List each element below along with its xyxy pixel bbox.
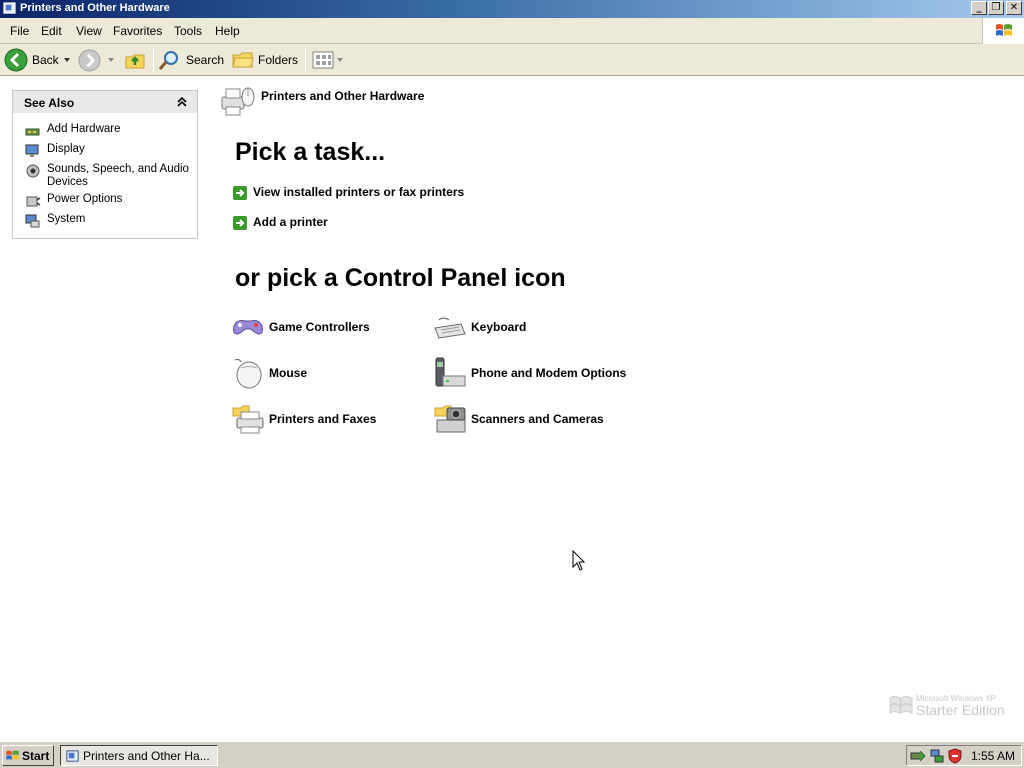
close-button[interactable]: ✕ [1006,1,1022,15]
cp-scanners-cameras[interactable]: Scanners and Cameras [433,402,633,436]
windows-logo [982,18,1024,44]
scanner-camera-icon [434,405,466,433]
back-button[interactable]: Back [4,47,70,73]
printers-hardware-category-icon [221,87,255,116]
windows-start-icon [6,750,19,760]
title-bar[interactable]: Printers and Other Hardware _ ❐ ✕ [0,0,1024,18]
pick-task-heading: Pick a task... [235,138,386,166]
safely-remove-hardware-icon[interactable] [910,748,926,764]
folders-button[interactable]: Folders [230,47,300,73]
task-arrow-icon [233,216,247,230]
forward-dropdown-arrow[interactable] [108,58,114,62]
category-title: Printers and Other Hardware [261,89,425,103]
cp-phone-modem[interactable]: Phone and Modem Options [433,356,633,390]
cp-game-controllers[interactable]: Game Controllers [231,312,411,344]
keyboard-icon [434,317,466,339]
printer-icon [232,405,264,434]
control-panel-icon [3,2,16,14]
restore-button[interactable]: ❐ [988,1,1004,15]
cp-printers-faxes[interactable]: Printers and Faxes [231,402,411,436]
menu-file[interactable]: File [10,24,29,38]
mouse-cursor-icon [572,550,586,571]
phone-modem-icon [435,357,466,387]
toolbar-separator [305,48,306,72]
minimize-button[interactable]: _ [971,1,987,15]
system-icon [25,214,40,228]
see-also-header[interactable]: See Also [13,91,197,113]
see-also-power-options[interactable]: Power Options [47,193,192,206]
see-also-title: See Also [24,96,75,110]
see-also-display[interactable]: Display [47,143,192,156]
menu-tools[interactable]: Tools [174,24,202,38]
cp-mouse[interactable]: Mouse [231,356,411,390]
toolbar: Back Search Folders [0,44,1024,76]
add-hardware-icon [25,128,40,136]
collapse-chevron-icon[interactable] [177,96,187,108]
task-add-printer[interactable]: Add a printer [253,215,328,229]
forward-arrow-icon[interactable] [78,49,101,72]
windows-flag-watermark-icon [889,696,913,714]
security-center-shield-icon[interactable] [947,748,963,764]
search-icon [158,51,178,70]
mouse-icon [234,358,262,389]
power-icon [26,196,41,207]
clock[interactable]: 1:55 AM [971,749,1015,763]
start-button[interactable]: Start [2,745,54,766]
taskbar: Start Printers and Other Ha... 1:55 AM [0,741,1024,768]
see-also-panel: See Also Add Hardware Display Sounds, Sp… [12,90,198,239]
task-arrow-icon [233,186,247,200]
network-icon[interactable] [929,748,945,764]
windows-flag-icon [996,24,1012,36]
menu-favorites[interactable]: Favorites [113,24,162,38]
pick-icon-heading: or pick a Control Panel icon [235,264,566,292]
control-panel-icon [66,750,79,762]
see-also-sounds[interactable]: Sounds, Speech, and Audio Devices [47,163,192,189]
toolbar-separator [153,48,154,72]
search-button[interactable]: Search [158,47,224,73]
views-icon[interactable] [312,51,334,69]
sounds-icon [26,164,40,178]
menu-bar: File Edit View Favorites Tools Help [0,18,1024,44]
see-also-system[interactable]: System [47,213,192,226]
up-folder-icon[interactable] [124,49,146,71]
views-dropdown-arrow[interactable] [337,58,343,62]
display-icon [25,144,39,157]
system-tray: 1:55 AM [906,745,1022,766]
cp-keyboard[interactable]: Keyboard [433,312,613,344]
folders-icon [232,52,254,68]
menu-view[interactable]: View [76,24,102,38]
back-arrow-icon [4,48,28,72]
see-also-add-hardware[interactable]: Add Hardware [47,123,192,136]
window-title: Printers and Other Hardware [20,2,170,14]
menu-edit[interactable]: Edit [41,24,62,38]
taskbar-window-item[interactable]: Printers and Other Ha... [60,745,218,766]
menu-help[interactable]: Help [215,24,240,38]
task-view-printers[interactable]: View installed printers or fax printers [253,185,464,199]
game-controller-icon [233,320,263,335]
back-dropdown-arrow[interactable] [64,58,70,62]
